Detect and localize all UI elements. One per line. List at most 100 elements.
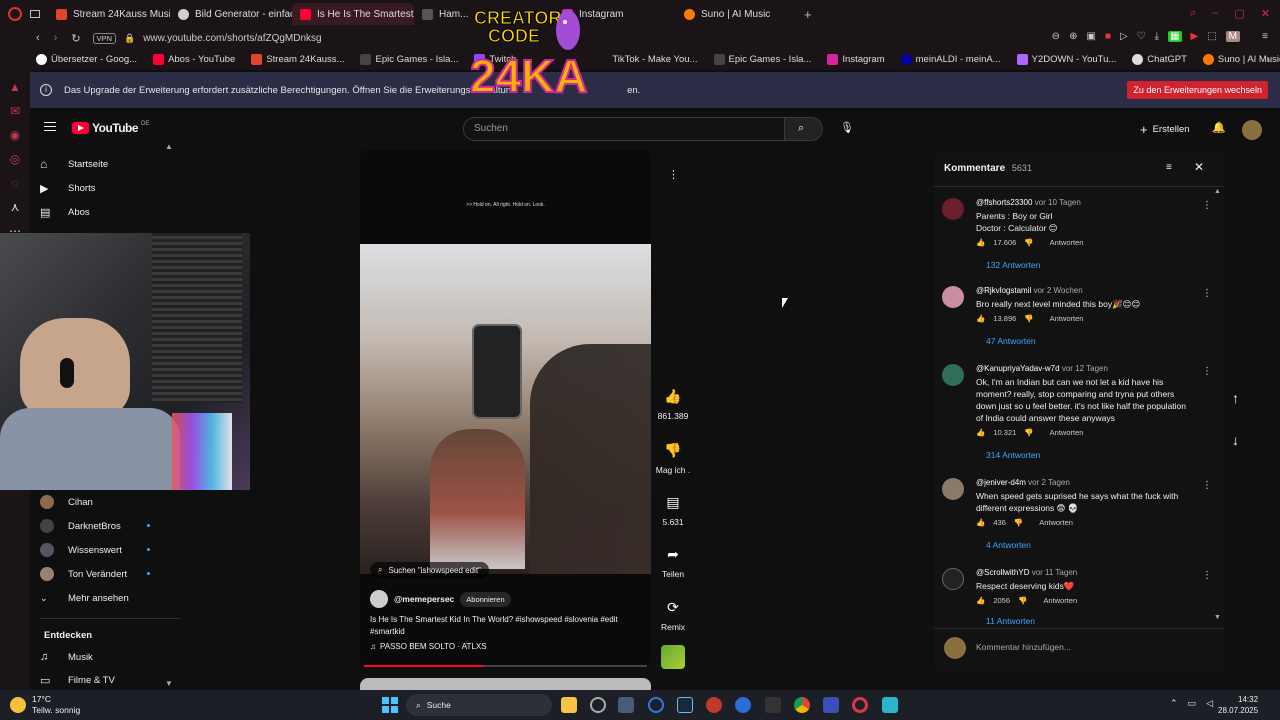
- bookmark-abos[interactable]: Abos - YouTube: [145, 53, 243, 65]
- aria-icon[interactable]: ▲: [8, 80, 22, 94]
- pin-icon[interactable]: ⊕: [1069, 31, 1077, 42]
- reply-button[interactable]: Antworten: [1050, 314, 1084, 323]
- tab-youtube-active[interactable]: Is He Is The Smartest: [292, 3, 414, 25]
- menu-icon[interactable]: ≡: [1262, 31, 1268, 42]
- search-chip[interactable]: ⌕ Suchen "ishowspeed edit": [370, 562, 489, 578]
- thumbs-down-icon[interactable]: 👎: [1024, 314, 1033, 323]
- download-icon[interactable]: ⤓: [1155, 31, 1159, 42]
- like-button[interactable]: 👍 861.389: [653, 388, 693, 421]
- app-bluetooth-icon[interactable]: [735, 697, 751, 713]
- play-icon[interactable]: ▷: [1120, 31, 1128, 42]
- comment-author[interactable]: @Rjkvlogstamil vor 2 Wochen: [976, 286, 1083, 295]
- reply-button[interactable]: Antworten: [1050, 428, 1084, 437]
- channel-avatar[interactable]: [370, 590, 388, 608]
- thumbs-up-icon[interactable]: 👍: [976, 596, 985, 605]
- sidebar-item-music[interactable]: ♫ Musik: [40, 646, 93, 668]
- sidebar-item-home[interactable]: ⌂ Startseite: [40, 153, 108, 175]
- hamburger-icon[interactable]: [44, 122, 56, 131]
- music-row[interactable]: ♫ PASSO BEM SOLTO · ATLXS: [370, 642, 487, 651]
- zoom-icon[interactable]: ⊖: [1052, 31, 1060, 42]
- close-comments-icon[interactable]: ✕: [1194, 160, 1204, 174]
- thumbs-down-icon[interactable]: 👎: [1018, 596, 1027, 605]
- comment-author[interactable]: @ffshorts23300 vor 10 Tagen: [976, 198, 1081, 207]
- tab-bild-generator[interactable]: Bild Generator - einfach: [170, 3, 292, 25]
- share-button[interactable]: ➦ Teilen: [653, 546, 693, 579]
- comments-scrollbar[interactable]: ▲: [1214, 188, 1221, 195]
- reply-button[interactable]: Antworten: [1039, 518, 1073, 527]
- bookmark-instagram[interactable]: Instagram: [819, 53, 892, 65]
- chrome-icon[interactable]: [794, 697, 810, 713]
- whatsapp-icon[interactable]: ◌: [8, 176, 22, 190]
- previous-short-button[interactable]: ↑: [1232, 390, 1239, 406]
- reload-icon[interactable]: ↻: [71, 32, 80, 45]
- start-button[interactable]: [382, 697, 398, 713]
- view-replies-button[interactable]: 132 Antworten: [986, 260, 1040, 270]
- sidebar-item-movies[interactable]: ▭ Filme & TV: [40, 669, 115, 691]
- reply-button[interactable]: Antworten: [1043, 596, 1077, 605]
- heart-icon[interactable]: ♡: [1137, 31, 1146, 42]
- subscription-ton-veraendert[interactable]: Ton Verändert: [40, 563, 150, 585]
- subscribe-button[interactable]: Abonnieren: [460, 591, 511, 607]
- extension-green-icon[interactable]: ▦: [1168, 31, 1182, 42]
- dislike-button[interactable]: 👎 Mag ich .: [653, 442, 693, 475]
- open-extensions-button[interactable]: Zu den Erweiterungen wechseln: [1127, 81, 1268, 99]
- app-red-icon[interactable]: [706, 697, 722, 713]
- channel-name[interactable]: @memepersec: [394, 594, 454, 604]
- next-short-button[interactable]: ↓: [1232, 432, 1239, 448]
- create-button[interactable]: + Erstellen: [1140, 122, 1190, 137]
- clock[interactable]: 14:32 28.07.2025: [1218, 694, 1258, 716]
- sidebar-item-subscriptions[interactable]: ▤ Abos: [40, 201, 90, 223]
- comments-scrollbar-down[interactable]: ▼: [1214, 614, 1221, 621]
- short-video-player[interactable]: >> Hold on. All right. Hold on. Look. ⌕ …: [360, 150, 651, 668]
- thumbs-up-icon[interactable]: 👍: [976, 238, 985, 247]
- subscription-darknetbros[interactable]: DarknetBros: [40, 515, 150, 537]
- bookmark-epic-1[interactable]: Epic Games - Isla...: [352, 53, 466, 65]
- subscription-wissenswert[interactable]: Wissenswert: [40, 539, 150, 561]
- tab-suno[interactable]: Suno | AI Music: [676, 3, 798, 25]
- commenter-avatar[interactable]: [942, 364, 964, 386]
- comment-author[interactable]: @KanupriyaYadav-w7d vor 12 Tagen: [976, 364, 1108, 373]
- bookmark-aldi[interactable]: meinALDI - meinA...: [893, 53, 1009, 65]
- reply-button[interactable]: Antworten: [1050, 238, 1084, 247]
- bookmark-translator[interactable]: Übersetzer - Goog...: [28, 53, 145, 65]
- taskbar-search[interactable]: ⌕ Suche: [406, 694, 552, 716]
- view-replies-button[interactable]: 11 Antworten: [986, 616, 1035, 624]
- messenger-icon[interactable]: ✉: [8, 104, 22, 118]
- commenter-avatar[interactable]: [942, 568, 964, 590]
- bookmark-y2down[interactable]: Y2DOWN - YouTu...: [1009, 53, 1125, 65]
- file-explorer-icon[interactable]: [561, 697, 577, 713]
- comment-more-icon[interactable]: ⋮: [1202, 288, 1212, 299]
- commenter-avatar[interactable]: [942, 198, 964, 220]
- video-more-icon[interactable]: ⋮: [668, 168, 679, 181]
- extension-red-icon[interactable]: ▶: [1191, 31, 1199, 42]
- weather-widget[interactable]: 17°C Teilw. sonnig: [10, 694, 80, 716]
- app-teal-icon[interactable]: [882, 697, 898, 713]
- bookmark-chatgpt[interactable]: ChatGPT: [1124, 53, 1195, 65]
- thumbs-up-icon[interactable]: 👍: [976, 518, 985, 527]
- thumbs-down-icon[interactable]: 👎: [1024, 428, 1033, 437]
- commenter-avatar[interactable]: [942, 286, 964, 308]
- bookmark-stream[interactable]: Stream 24Kauss...: [243, 53, 352, 65]
- player-icon[interactable]: ◉: [8, 128, 22, 142]
- workspaces-icon[interactable]: [30, 10, 40, 18]
- maximize-icon[interactable]: ▢: [1234, 7, 1244, 20]
- show-more-button[interactable]: ⌄ Mehr ansehen: [40, 587, 129, 609]
- add-comment-input[interactable]: Kommentar hinzufügen...: [976, 642, 1071, 652]
- search-button[interactable]: ⌕: [785, 117, 823, 141]
- view-replies-button[interactable]: 47 Antworten: [986, 336, 1036, 346]
- app-blue-icon[interactable]: [648, 697, 664, 713]
- view-replies-button[interactable]: 4 Antworten: [986, 540, 1031, 550]
- network-icon[interactable]: ▭: [1188, 698, 1197, 709]
- minimize-icon[interactable]: –: [1212, 7, 1218, 20]
- sidebar-scroll-down-icon[interactable]: ▼: [165, 679, 173, 688]
- view-replies-button[interactable]: 314 Antworten: [986, 450, 1040, 460]
- bookmark-epic-2[interactable]: Epic Games - Isla...: [706, 53, 820, 65]
- comments-button[interactable]: ▤ 5.631: [653, 494, 693, 527]
- steam-icon[interactable]: [677, 697, 693, 713]
- comment-author[interactable]: @ScrollwithYD vor 11 Tagen: [976, 568, 1077, 577]
- volume-icon[interactable]: ◁: [1206, 698, 1213, 709]
- arrow-icon[interactable]: ⋏: [8, 200, 22, 214]
- search-tabs-icon[interactable]: ⌕: [1190, 7, 1196, 20]
- sound-thumbnail[interactable]: [661, 645, 685, 669]
- opera-gx-icon[interactable]: [852, 697, 868, 713]
